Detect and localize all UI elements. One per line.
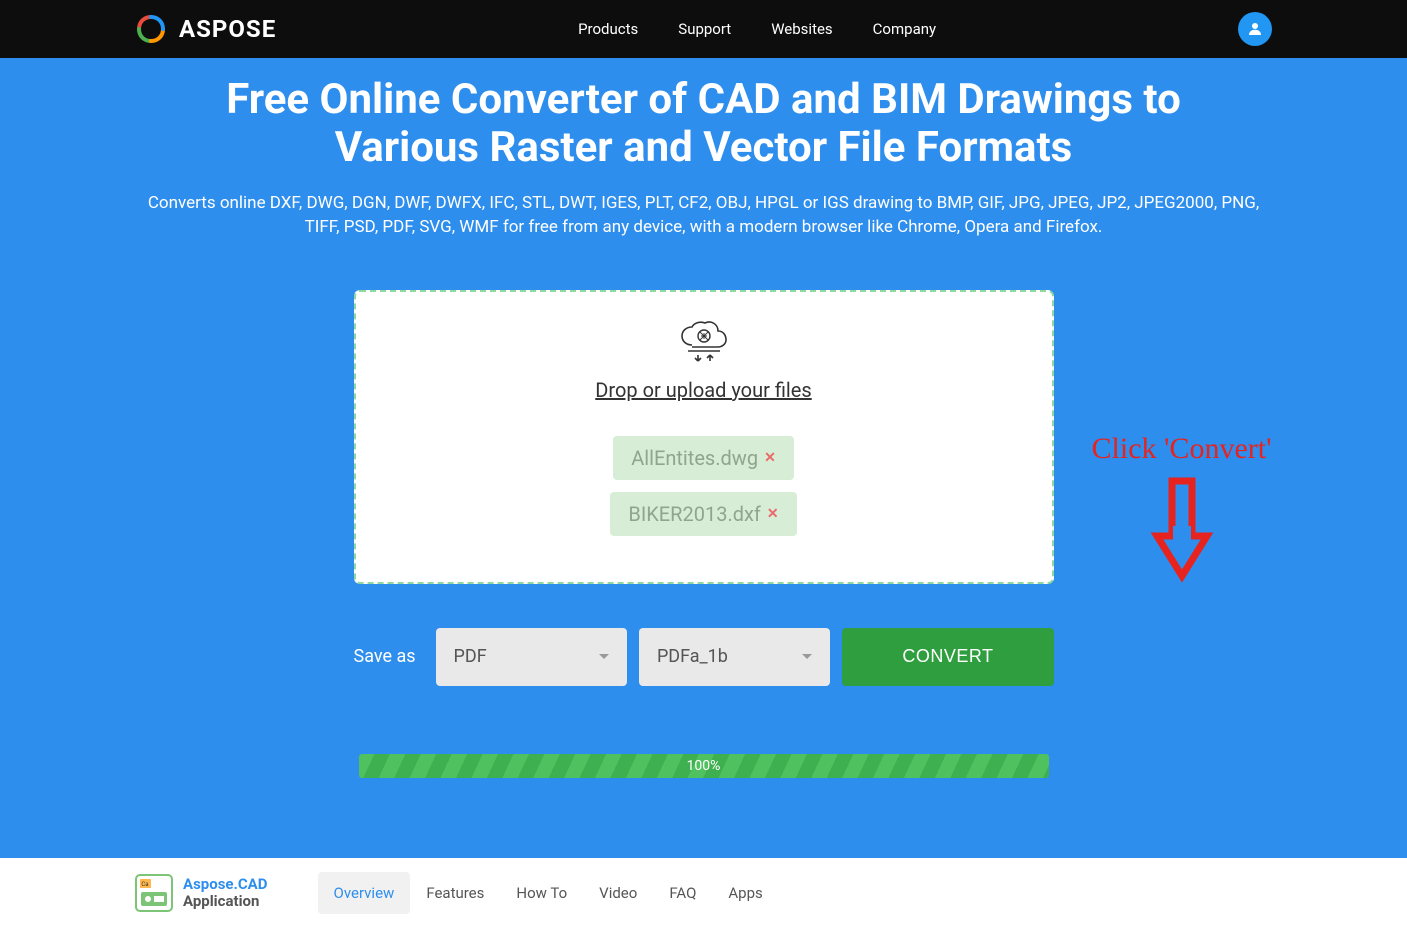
brand-area[interactable]: ASPOSE xyxy=(135,13,276,45)
chevron-down-icon xyxy=(802,654,812,659)
nav-menu: Products Support Websites Company xyxy=(578,20,936,38)
annotation-arrow-icon xyxy=(1147,476,1217,586)
app-badge-text: Aspose.CAD Application xyxy=(183,876,268,909)
brand-text: ASPOSE xyxy=(179,15,276,43)
drop-upload-link[interactable]: Drop or upload your files xyxy=(595,378,811,402)
nav-products[interactable]: Products xyxy=(578,20,638,38)
chevron-down-icon xyxy=(599,654,609,659)
controls-row: Save as PDF PDFa_1b CONVERT xyxy=(354,628,1054,686)
upload-cloud-icon xyxy=(676,320,732,368)
svg-text:Ca: Ca xyxy=(141,881,148,888)
tab-video[interactable]: Video xyxy=(583,872,653,914)
user-avatar-button[interactable] xyxy=(1238,12,1272,46)
hero-section: Free Online Converter of CAD and BIM Dra… xyxy=(0,58,1407,858)
app-name-bottom: Application xyxy=(183,893,268,910)
tabs: Overview Features How To Video FAQ Apps xyxy=(318,872,779,914)
annotation-text: Click 'Convert' xyxy=(1092,432,1272,466)
user-icon xyxy=(1246,20,1264,38)
format-select-value: PDF xyxy=(454,646,487,667)
save-as-label: Save as xyxy=(354,646,416,667)
annotation-callout: Click 'Convert' xyxy=(1092,432,1272,594)
nav-company[interactable]: Company xyxy=(873,20,936,38)
nav-websites[interactable]: Websites xyxy=(771,20,832,38)
tab-apps[interactable]: Apps xyxy=(712,872,778,914)
tab-features[interactable]: Features xyxy=(410,872,500,914)
format-select[interactable]: PDF xyxy=(436,628,627,686)
subformat-select-value: PDFa_1b xyxy=(657,646,728,667)
tab-faq[interactable]: FAQ xyxy=(653,872,712,914)
progress-percent-label: 100% xyxy=(687,758,721,774)
progress-bar: 100% xyxy=(359,754,1049,778)
file-remove-button[interactable]: ✕ xyxy=(767,506,779,522)
page-subtitle: Converts online DXF, DWG, DGN, DWF, DWFX… xyxy=(144,191,1264,240)
top-header: ASPOSE Products Support Websites Company xyxy=(0,0,1407,58)
tab-overview[interactable]: Overview xyxy=(318,872,411,914)
file-name-label: BIKER2013.dxf xyxy=(628,502,761,526)
page-title: Free Online Converter of CAD and BIM Dra… xyxy=(179,76,1229,173)
tab-howto[interactable]: How To xyxy=(500,872,583,914)
file-dropzone[interactable]: Drop or upload your files AllEntites.dwg… xyxy=(354,290,1054,584)
app-badge[interactable]: Ca Aspose.CAD Application xyxy=(135,874,268,912)
file-name-label: AllEntites.dwg xyxy=(631,446,758,470)
nav-support[interactable]: Support xyxy=(678,20,731,38)
bottom-nav: Ca Aspose.CAD Application Overview Featu… xyxy=(0,858,1407,928)
uploaded-file-chip: AllEntites.dwg ✕ xyxy=(613,436,794,480)
app-badge-icon: Ca xyxy=(135,874,173,912)
file-remove-button[interactable]: ✕ xyxy=(764,450,776,466)
convert-button[interactable]: CONVERT xyxy=(842,628,1053,686)
aspose-logo-icon xyxy=(135,13,167,45)
uploaded-file-chip: BIKER2013.dxf ✕ xyxy=(610,492,796,536)
subformat-select[interactable]: PDFa_1b xyxy=(639,628,830,686)
